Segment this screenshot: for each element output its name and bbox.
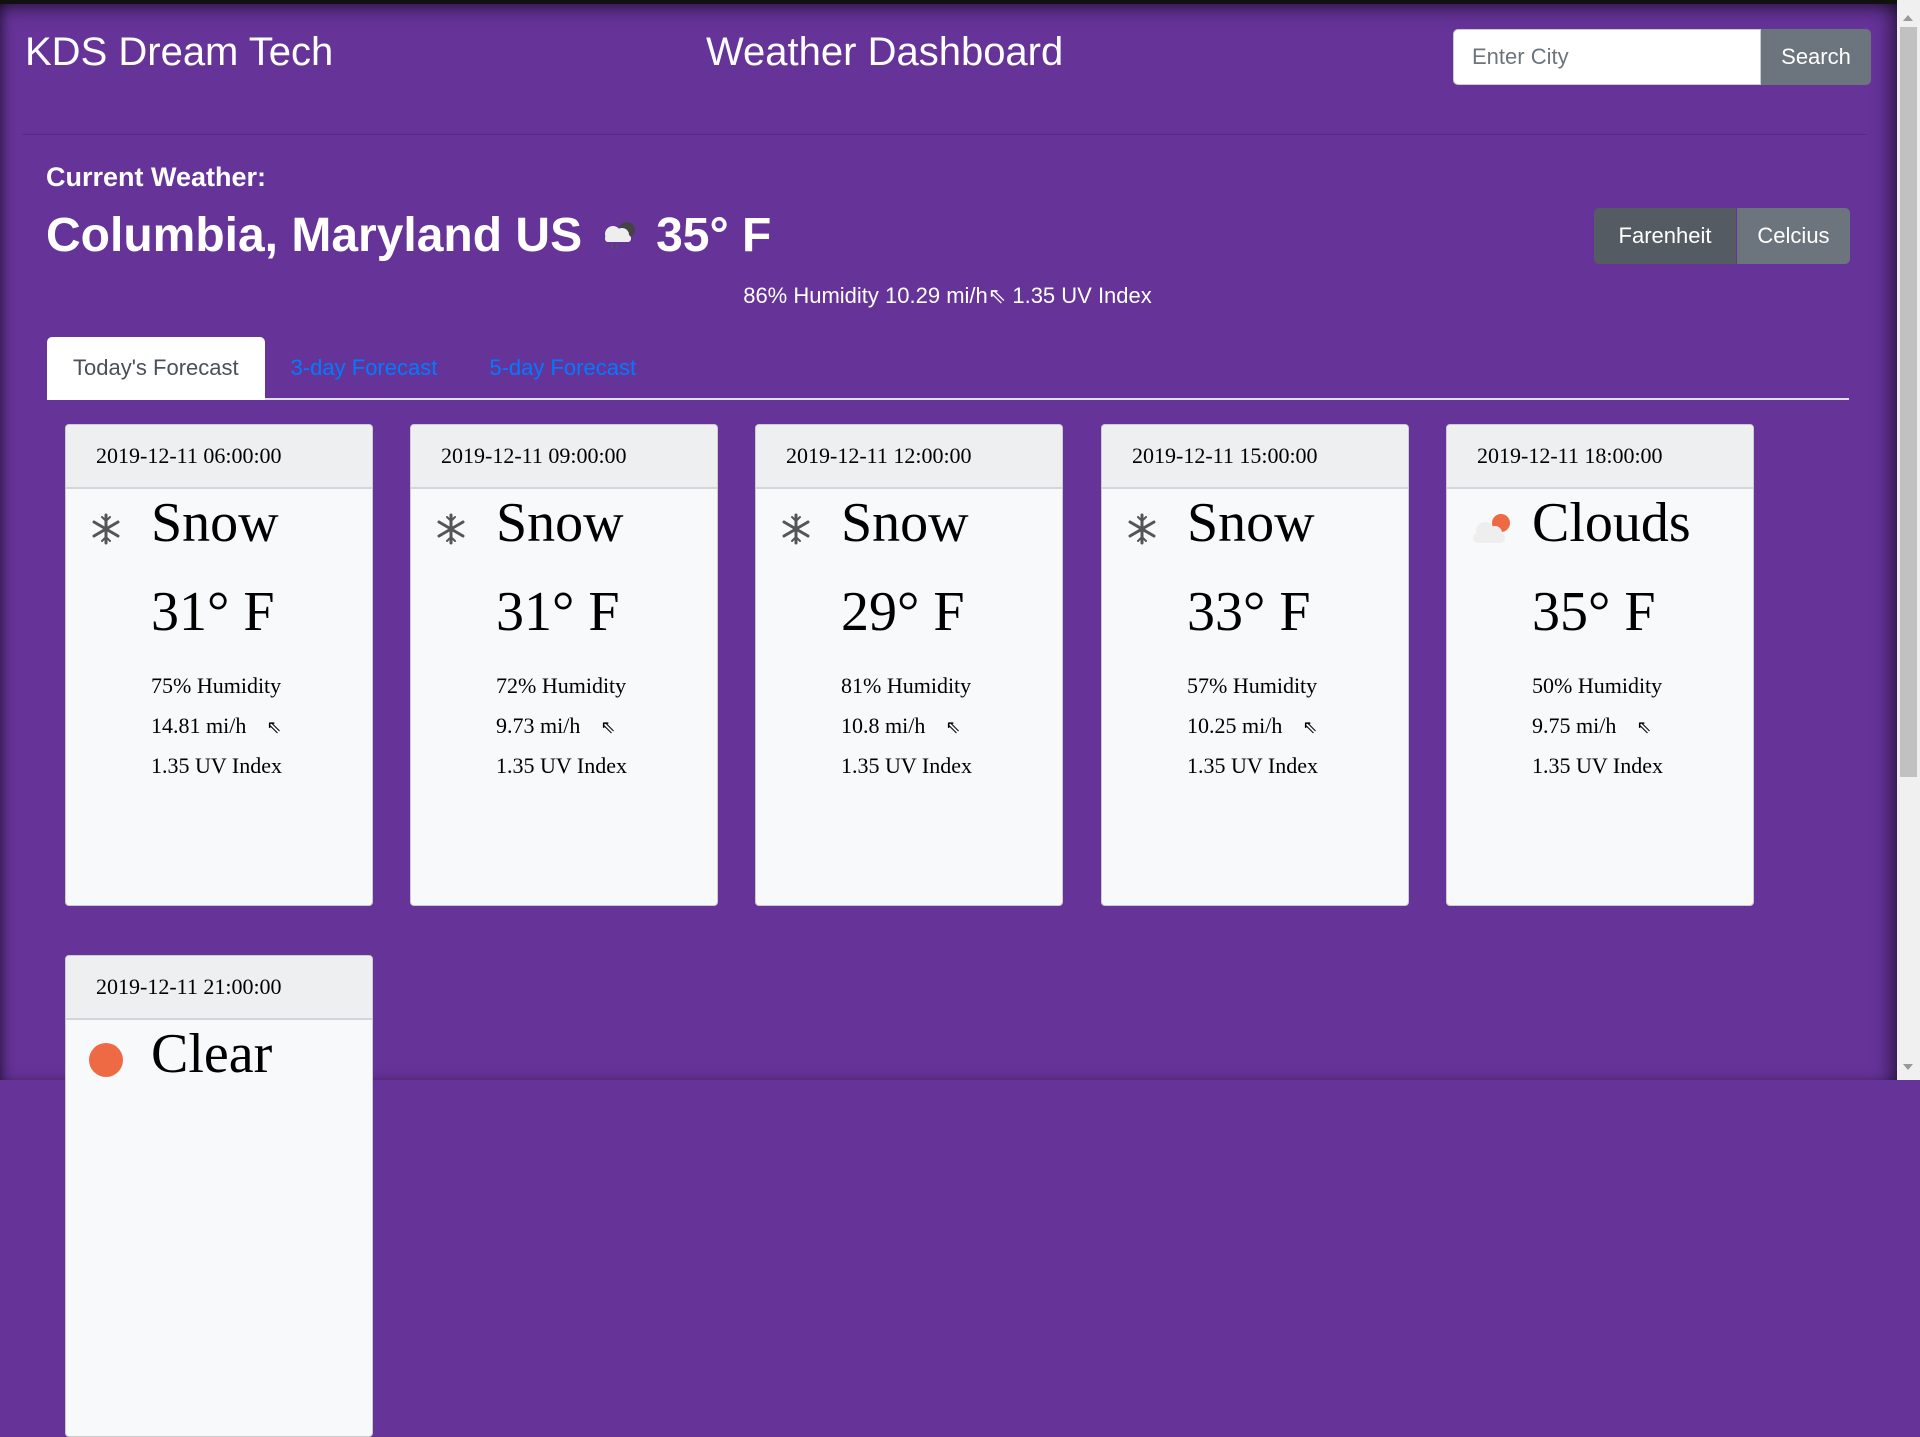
current-wind: 10.29 mi/h [885,283,988,308]
sun-icon [86,1042,126,1078]
forecast-humidity: 57% Humidity [1187,673,1318,698]
wind-direction-icon: ⇖ [266,717,282,737]
snowflake-icon [776,511,816,547]
forecast-uv: 1.35 UV Index [841,753,972,778]
forecast-humidity: 50% Humidity [1532,673,1663,698]
forecast-wind: 10.25 mi/h [1187,713,1283,738]
fahrenheit-button[interactable]: Farenheit [1594,208,1736,264]
tab-3-day[interactable]: 3-day Forecast [265,337,464,400]
forecast-uv: 1.35 UV Index [151,753,282,778]
forecast-time: 2019-12-11 09:00:00 [411,425,717,489]
unit-toggle: Farenheit Celcius [1594,208,1850,264]
cloud-rain-icon [605,221,636,249]
snowflake-icon [1122,511,1162,547]
forecast-card: 2019-12-11 21:00:00 Clear [65,955,373,1437]
scroll-down-arrow[interactable] [1903,1064,1913,1075]
current-temp: 35° F [656,209,772,262]
page-title: Weather Dashboard [706,30,1064,74]
city-search-input[interactable] [1453,29,1761,85]
forecast-wind: 9.73 mi/h [496,713,581,738]
forecast-temp: 33° F [1187,581,1311,643]
forecast-condition: Snow [496,492,624,554]
tab-5-day[interactable]: 5-day Forecast [463,337,662,400]
cloud-sun-icon [1467,511,1510,547]
forecast-card: 2019-12-11 18:00:00 Clouds 35° F 50% Humi… [1446,424,1754,906]
forecast-condition: Clear [151,1023,273,1085]
tab-today[interactable]: Today's Forecast [47,337,265,400]
forecast-condition: Snow [1187,492,1315,554]
forecast-wind: 10.8 mi/h [841,713,926,738]
forecast-temp: 31° F [496,581,620,643]
forecast-uv: 1.35 UV Index [1532,753,1663,778]
brand[interactable]: KDS Dream Tech [25,30,333,75]
celsius-button[interactable]: Celcius [1737,208,1850,264]
city-name: Columbia, Maryland US [46,209,583,262]
forecast-time: 2019-12-11 06:00:00 [66,425,372,489]
search-button[interactable]: Search [1761,29,1871,85]
page: KDS Dream Tech Weather Dashboard Search … [0,0,1897,1437]
forecast-condition: Snow [841,492,969,554]
wind-direction-icon: ⇖ [987,283,1007,308]
forecast-uv: 1.35 UV Index [1187,753,1318,778]
forecast-condition: Clouds [1532,492,1691,554]
current-weather-label: Current Weather: [46,162,267,192]
forecast-time: 2019-12-11 21:00:00 [66,956,372,1020]
forecast-time: 2019-12-11 15:00:00 [1102,425,1408,489]
forecast-card: 2019-12-11 09:00:00 Snow 31° F 72% Humidi… [410,424,718,906]
forecast-temp: 35° F [1532,581,1656,643]
forecast-humidity: 72% Humidity [496,673,627,698]
snowflake-icon [431,511,471,547]
forecast-card: 2019-12-11 06:00:00 Snow 31° F 75% Humidi… [65,424,373,906]
search-form: Search [1453,29,1871,85]
forecast-humidity: 81% Humidity [841,673,972,698]
forecast-tabs: Today's Forecast 3-day Forecast 5-day Fo… [47,337,1849,400]
divider [22,134,1867,135]
forecast-wind: 14.81 mi/h [151,713,247,738]
current-location: Columbia, Maryland US 35° F [46,208,771,263]
forecast-card: 2019-12-11 15:00:00 Snow 33° F 57% Humidi… [1101,424,1409,906]
forecast-temp: 31° F [151,581,275,643]
wind-direction-icon: ⇖ [1302,717,1318,737]
wind-direction-icon: ⇖ [1636,717,1652,737]
forecast-card: 2019-12-11 12:00:00 Snow 29° F 81% Humidi… [755,424,1063,906]
wind-direction-icon: ⇖ [600,717,616,737]
scrollbar-thumb[interactable] [1900,27,1917,777]
scroll-up-arrow[interactable] [1903,10,1913,21]
forecast-uv: 1.35 UV Index [496,753,627,778]
forecast-wind: 9.75 mi/h [1532,713,1617,738]
forecast-condition: Snow [151,492,279,554]
snowflake-icon [86,511,126,547]
wind-direction-icon: ⇖ [945,717,961,737]
scrollbar[interactable] [1897,0,1920,1080]
forecast-temp: 29° F [841,581,965,643]
forecast-humidity: 75% Humidity [151,673,282,698]
current-details: 86% Humidity 10.29 mi/h⇖ 1.35 UV Index [0,283,1895,309]
forecast-time: 2019-12-11 18:00:00 [1447,425,1753,489]
current-uv: 1.35 UV Index [1012,283,1152,308]
current-humidity: 86% Humidity [743,283,879,308]
forecast-time: 2019-12-11 12:00:00 [756,425,1062,489]
